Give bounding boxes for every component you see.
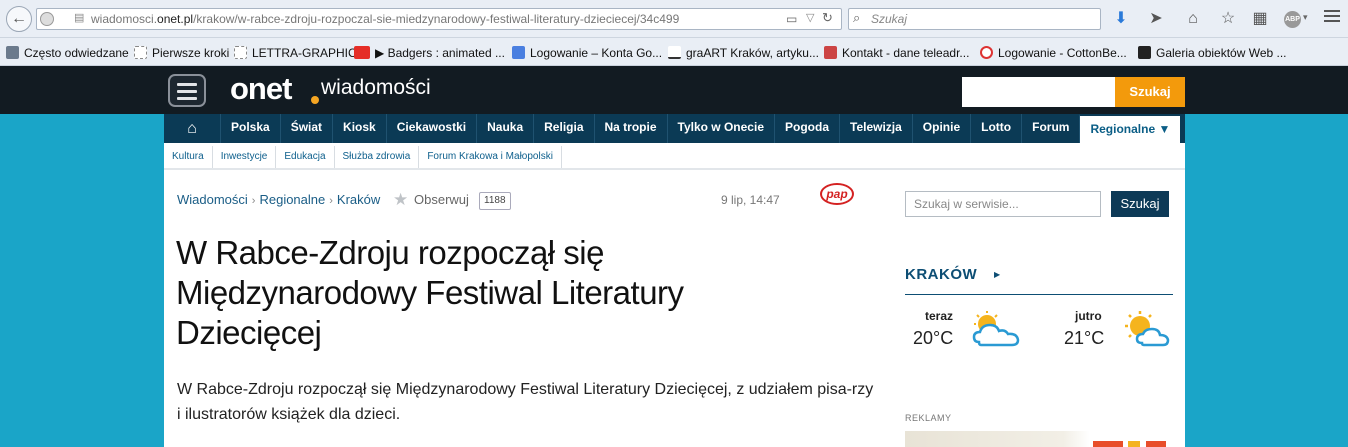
onet-logo[interactable]: onet	[230, 70, 292, 108]
bookmark-item[interactable]: Galeria obiektów Web ...	[1138, 45, 1287, 61]
weather-today-label: teraz	[925, 309, 954, 323]
ad-graphic	[1128, 441, 1140, 447]
subnav-item[interactable]: Inwestycje	[213, 146, 277, 168]
back-arrow-icon[interactable]: ←	[6, 6, 32, 32]
bookmarks-list-icon[interactable]: ▦	[1250, 9, 1270, 29]
section-name[interactable]: wiadomości	[321, 74, 431, 102]
article-lead: W Rabce-Zdroju rozpoczął się Międzynarod…	[177, 381, 874, 423]
bookmark-item[interactable]: graART Kraków, artyku...	[668, 45, 819, 61]
page-icon	[234, 46, 247, 59]
nav-item[interactable]: Tylko w Onecie	[666, 114, 774, 143]
breadcrumb-item[interactable]: Regionalne	[259, 192, 325, 207]
url-prefix: wiadomosci.	[91, 12, 158, 26]
observers-count: 1188	[479, 192, 511, 210]
google-icon	[512, 46, 525, 59]
bookmark-item[interactable]: Kontakt - dane teleadr...	[824, 45, 969, 61]
bookmark-item[interactable]: Często odwiedzane	[6, 45, 129, 61]
bookmark-star-icon[interactable]: ☆	[1218, 9, 1238, 29]
nav-item[interactable]: Pogoda	[774, 114, 839, 143]
sun-cloud-icon	[972, 311, 1020, 347]
bookmarks-bar: Często odwiedzane Pierwsze kroki LETTRA-…	[0, 38, 1348, 66]
sub-navigation: Kultura Inwestycje Edukacja Służba zdrow…	[164, 146, 562, 168]
divider	[905, 294, 1173, 295]
nav-item[interactable]: Religia	[533, 114, 593, 143]
weather-tomorrow-label: jutro	[1075, 309, 1102, 323]
chevron-right-icon[interactable]: ▶	[994, 270, 1000, 279]
subnav-item[interactable]: Kultura	[164, 146, 213, 168]
nav-item-regionalne[interactable]: Regionalne ▼	[1079, 114, 1181, 143]
ads-label: REKLAMY	[905, 413, 952, 423]
nav-item[interactable]: Kiosk	[332, 114, 386, 143]
gallery-icon	[1138, 46, 1151, 59]
nav-item[interactable]: Forum	[1021, 114, 1079, 143]
sun-cloud-icon	[1125, 311, 1170, 347]
nav-item[interactable]: Telewizja	[839, 114, 912, 143]
site-search-input[interactable]	[962, 77, 1115, 107]
address-bar[interactable]: wiadomosci.onet.pl/krakow/w-rabce-zdroju…	[36, 8, 842, 30]
article-date: 9 lip, 14:47	[721, 193, 780, 207]
star-icon[interactable]: ★	[393, 190, 408, 210]
search-icon: ⌕	[853, 10, 861, 25]
cotton-icon	[980, 46, 993, 59]
nav-item[interactable]: Polska	[220, 114, 280, 143]
weather-today-temp: 20°C	[913, 328, 954, 348]
bookmark-item[interactable]: Logowanie – Konta Go...	[512, 45, 662, 61]
chevron-right-icon: ›	[329, 195, 333, 207]
nav-item[interactable]: Lotto	[970, 114, 1021, 143]
url-host: onet.pl	[157, 12, 194, 26]
subnav-item[interactable]: Służba zdrowia	[335, 146, 420, 168]
bookmark-item[interactable]: Pierwsze kroki	[134, 45, 229, 61]
menu-icon[interactable]	[1324, 10, 1340, 25]
list-icon[interactable]: ▤	[74, 12, 86, 24]
send-icon[interactable]: ➤	[1146, 9, 1166, 29]
graart-icon	[668, 46, 681, 59]
page-icon	[134, 46, 147, 59]
divider	[164, 168, 1185, 170]
download-icon[interactable]: ⬇	[1111, 9, 1131, 29]
adblock-icon[interactable]: ABP	[1284, 11, 1301, 28]
ad-graphic	[1146, 441, 1166, 447]
nav-item[interactable]: Opinie	[911, 114, 970, 143]
observe-button[interactable]: Obserwuj	[414, 192, 469, 207]
reader-view-icon[interactable]: ▭	[786, 12, 797, 26]
youtube-icon	[354, 46, 370, 59]
url-path: /krakow/w-rabce-zdroju-rozpoczal-sie-mie…	[193, 12, 680, 26]
weather-city[interactable]: KRAKÓW	[905, 266, 977, 283]
bookmark-item[interactable]: LETTRA-GRAPHIC	[234, 45, 357, 61]
globe-icon[interactable]	[40, 12, 54, 26]
home-icon[interactable]: ⌂	[1183, 9, 1203, 29]
nav-item[interactable]: Ciekawostki	[385, 114, 476, 143]
subnav-item[interactable]: Edukacja	[276, 146, 335, 168]
url-dropdown-icon[interactable]: ▽	[806, 11, 814, 24]
nav-item[interactable]: Na tropie	[593, 114, 667, 143]
main-navigation: ⌂ Polska Świat Kiosk Ciekawostki Nauka R…	[164, 114, 1185, 143]
breadcrumb-item[interactable]: Kraków	[337, 192, 380, 207]
chevron-right-icon: ›	[251, 195, 256, 207]
side-search-button[interactable]: Szukaj	[1111, 191, 1169, 217]
logo-dot	[311, 96, 319, 104]
breadcrumb: Wiadomości › Regionalne › Kraków	[177, 192, 380, 207]
side-search-input[interactable]: Szukaj w serwisie...	[905, 191, 1101, 217]
weather-tomorrow-temp: 21°C	[1064, 328, 1105, 348]
ad-graphic	[1093, 441, 1123, 447]
pap-logo: pap	[820, 183, 854, 205]
bookmark-item[interactable]: Logowanie - CottonBe...	[980, 45, 1127, 61]
home-icon[interactable]: ⌂	[164, 114, 220, 143]
breadcrumb-item[interactable]: Wiadomości	[177, 192, 248, 207]
site-icon	[824, 46, 837, 59]
hamburger-menu-icon[interactable]	[168, 74, 206, 107]
nav-item[interactable]: Świat	[279, 114, 332, 143]
gear-icon	[6, 46, 19, 59]
subnav-item[interactable]: Forum Krakowa i Małopolski	[419, 146, 562, 168]
adblock-dropdown-icon[interactable]: ▾	[1303, 12, 1308, 23]
nav-item[interactable]: Nauka	[476, 114, 533, 143]
browser-search-input[interactable]: Szukaj	[848, 8, 1101, 30]
site-search-button[interactable]: Szukaj	[1115, 77, 1185, 107]
article-title: W Rabce-Zdroju rozpoczął się Międzynarod…	[176, 234, 684, 351]
bookmark-item[interactable]: ▶ Badgers : animated ...	[354, 45, 505, 61]
reload-icon[interactable]: ↻	[822, 10, 833, 26]
